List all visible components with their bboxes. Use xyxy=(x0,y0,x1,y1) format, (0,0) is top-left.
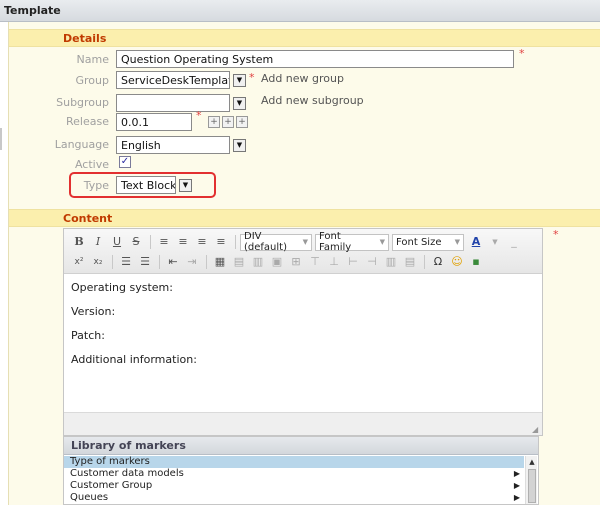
release-field[interactable]: 0.0.1 xyxy=(116,113,192,131)
active-label: Active xyxy=(74,158,109,171)
indent-icon[interactable]: ⇥ xyxy=(183,253,201,271)
content-section-title: Content xyxy=(9,209,600,227)
align-right-icon[interactable]: ≡ xyxy=(193,233,211,251)
editor-toolbar: B I U S ≡ ≡ ≡ ≡ DIV (default) ▼ Font Fami… xyxy=(64,229,542,274)
toolbar-separator xyxy=(150,235,151,249)
resize-grip-icon[interactable]: ◢ xyxy=(532,425,540,434)
chevron-down-icon: ▼ xyxy=(302,238,308,246)
toolbar-separator xyxy=(235,235,236,249)
library-scrollbar[interactable]: ▲ xyxy=(525,456,537,504)
panel-header: Template xyxy=(0,0,600,22)
align-justify-icon[interactable]: ≡ xyxy=(212,233,230,251)
superscript-icon[interactable]: x² xyxy=(70,253,88,271)
delete-column-icon[interactable]: ⊣ xyxy=(363,253,381,271)
editor-statusbar: ◢ xyxy=(64,412,542,435)
expand-arrow-icon[interactable]: ▶ xyxy=(514,480,520,492)
delete-table-icon[interactable]: ▤ xyxy=(401,253,419,271)
align-left-icon[interactable]: ≡ xyxy=(155,233,173,251)
insert-column-icon[interactable]: ⊢ xyxy=(344,253,362,271)
cell-properties-icon[interactable]: ▣ xyxy=(268,253,286,271)
scroll-up-icon[interactable]: ▲ xyxy=(526,456,538,468)
rich-text-editor: B I U S ≡ ≡ ≡ ≡ DIV (default) ▼ Font Fami… xyxy=(63,228,543,436)
add-new-subgroup-link[interactable]: Add new subgroup xyxy=(261,94,364,107)
insert-table-icon[interactable]: ▦ xyxy=(211,253,229,271)
merge-cells-icon[interactable]: ⊞ xyxy=(287,253,305,271)
insert-image-icon[interactable]: ▪ xyxy=(467,253,485,271)
subgroup-label: Subgroup xyxy=(56,96,109,109)
release-label: Release xyxy=(66,115,109,128)
type-dropdown-icon[interactable]: ▼ xyxy=(179,179,192,192)
bold-icon[interactable]: B xyxy=(70,233,88,251)
release-required-mark: * xyxy=(196,109,202,122)
panel-title: Template xyxy=(4,4,61,17)
content-required-mark: * xyxy=(553,228,559,241)
content-line: Operating system: xyxy=(71,281,173,294)
group-label: Group xyxy=(75,74,110,87)
language-label: Language xyxy=(54,138,109,151)
numbered-list-icon[interactable]: ☰ xyxy=(136,253,154,271)
toolbar-separator xyxy=(112,255,113,269)
list-item[interactable]: Queues ▶ xyxy=(64,492,524,504)
font-family-select[interactable]: Font Family ▼ xyxy=(315,231,389,253)
insert-row-icon[interactable]: ⊤ xyxy=(306,253,324,271)
chevron-down-icon: ▼ xyxy=(379,238,385,246)
list-item[interactable]: Customer Group ▶ xyxy=(64,480,524,492)
content-line: Patch: xyxy=(71,329,105,342)
strikethrough-icon[interactable]: S xyxy=(127,233,145,251)
font-color-icon[interactable]: A xyxy=(467,233,485,251)
format-select[interactable]: DIV (default) ▼ xyxy=(240,231,312,253)
content-line: Additional information: xyxy=(71,353,197,366)
underline-icon[interactable]: U xyxy=(108,233,126,251)
details-section-title: Details xyxy=(9,29,600,47)
list-item[interactable]: Customer data models ▶ xyxy=(64,468,524,480)
align-center-icon[interactable]: ≡ xyxy=(174,233,192,251)
subgroup-dropdown-icon[interactable]: ▼ xyxy=(233,97,246,110)
language-dropdown-icon[interactable]: ▼ xyxy=(233,139,246,152)
editor-content[interactable]: Operating system: Version: Patch: Additi… xyxy=(64,275,542,411)
release-increment-minor-icon[interactable]: + xyxy=(222,116,234,128)
font-color-dropdown-icon[interactable]: ▼ xyxy=(486,233,504,251)
bullet-list-icon[interactable]: ☰ xyxy=(117,253,135,271)
expand-arrow-icon[interactable]: ▶ xyxy=(514,492,520,504)
table-properties-icon[interactable]: ▤ xyxy=(230,253,248,271)
release-increment-major-icon[interactable]: + xyxy=(208,116,220,128)
subgroup-select[interactable] xyxy=(116,94,230,112)
name-label: Name xyxy=(76,53,109,66)
language-select[interactable]: English xyxy=(116,136,230,154)
left-strip xyxy=(0,22,8,505)
type-select[interactable]: Text Block xyxy=(116,176,176,194)
special-char-icon[interactable]: Ω xyxy=(429,253,447,271)
row-properties-icon[interactable]: ▥ xyxy=(249,253,267,271)
name-field[interactable]: Question Operating System xyxy=(116,50,514,68)
split-cells-icon[interactable]: ▥ xyxy=(382,253,400,271)
list-item[interactable]: Type of markers xyxy=(64,456,524,468)
font-size-select[interactable]: Font Size ▼ xyxy=(392,233,464,251)
toolbar-separator xyxy=(424,255,425,269)
subscript-icon[interactable]: x₂ xyxy=(89,253,107,271)
chevron-down-icon: ▼ xyxy=(454,238,460,246)
emoticon-icon[interactable]: ☺ xyxy=(448,253,466,271)
scroll-thumb[interactable] xyxy=(528,469,536,503)
library-of-markers: Library of markers Type of markers Custo… xyxy=(63,436,539,505)
template-form: Details Name Question Operating System *… xyxy=(8,22,600,505)
group-select[interactable]: ServiceDeskTemplates xyxy=(116,71,230,89)
group-dropdown-icon[interactable]: ▼ xyxy=(233,74,246,87)
toolbar-separator xyxy=(206,255,207,269)
name-required-mark: * xyxy=(519,47,525,60)
outdent-icon[interactable]: ⇤ xyxy=(164,253,182,271)
background-color-icon[interactable]: _ xyxy=(505,233,523,251)
italic-icon[interactable]: I xyxy=(89,233,107,251)
expand-arrow-icon[interactable]: ▶ xyxy=(514,468,520,480)
type-label: Type xyxy=(83,179,109,192)
active-checkbox[interactable]: ✓ xyxy=(119,156,131,168)
library-header: Library of markers xyxy=(64,437,538,455)
release-increment-patch-icon[interactable]: + xyxy=(236,116,248,128)
delete-row-icon[interactable]: ⊥ xyxy=(325,253,343,271)
left-divider-mark xyxy=(0,128,2,150)
add-new-group-link[interactable]: Add new group xyxy=(261,72,344,85)
content-line: Version: xyxy=(71,305,116,318)
group-required-mark: * xyxy=(249,71,255,84)
toolbar-separator xyxy=(159,255,160,269)
